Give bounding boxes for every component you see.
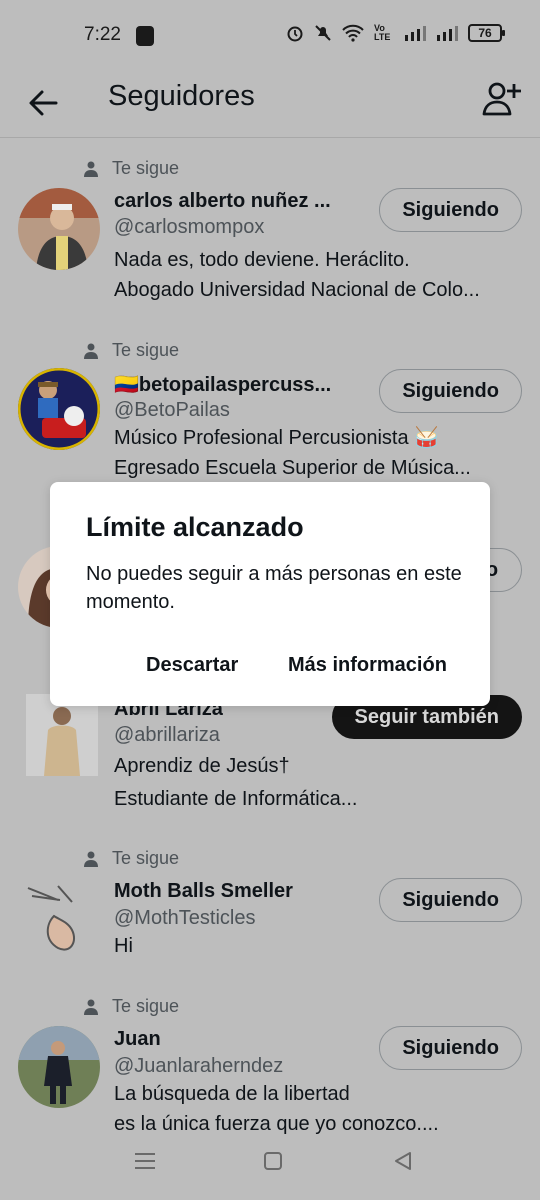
follower-name[interactable]: carlos alberto nuñez ... (114, 190, 358, 213)
person-icon (84, 343, 98, 359)
list-item[interactable]: Te sigue 🇨🇴betopailaspercuss... @BetoPai… (0, 332, 540, 482)
menu-icon[interactable] (132, 1148, 158, 1174)
following-button[interactable]: Siguiendo (379, 369, 522, 413)
follower-handle[interactable]: @abrillariza (114, 724, 220, 747)
list-item[interactable]: Te sigue Moth Balls Smeller @MothTesticl… (0, 840, 540, 970)
follower-bio-line: Estudiante de Informática... (114, 788, 358, 810)
add-user-icon[interactable] (482, 80, 522, 120)
signal-icon (405, 26, 426, 41)
header: Seguidores (0, 72, 540, 138)
follower-name[interactable]: Moth Balls Smeller (114, 880, 358, 903)
following-button[interactable]: Siguiendo (379, 188, 522, 232)
follower-handle[interactable]: @MothTesticles (114, 907, 255, 930)
status-time: 7:22 (84, 24, 121, 45)
follows-you-row: Te sigue (84, 996, 179, 1017)
follows-you-row: Te sigue (84, 848, 179, 869)
follows-you-label: Te sigue (112, 340, 180, 360)
follower-bio-line: Aprendiz de Jesús† (114, 755, 290, 777)
follower-name[interactable]: Juan (114, 1028, 358, 1051)
follows-you-label: Te sigue (112, 848, 180, 868)
avatar[interactable] (26, 694, 98, 776)
follower-bio-line: Abogado Universidad Nacional de Colo... (114, 279, 480, 301)
avatar[interactable] (18, 368, 100, 450)
wifi-icon (342, 24, 364, 42)
volte-label: Vo LTE (374, 23, 391, 42)
follower-handle[interactable]: @Juanlaraherndez (114, 1055, 283, 1078)
list-item[interactable]: Abril Lariza @abrillariza Aprendiz de Je… (0, 690, 540, 820)
signal-icon-2 (437, 26, 458, 41)
list-item[interactable]: Te sigue carlos alberto nuñez ... @carlo… (0, 150, 540, 310)
follower-bio-line: Hi (114, 935, 133, 957)
avatar[interactable] (18, 188, 100, 270)
system-nav-bar (0, 1134, 540, 1200)
following-button[interactable]: Siguiendo (379, 1026, 522, 1070)
home-icon[interactable] (260, 1148, 286, 1174)
avatar[interactable] (18, 876, 100, 958)
page-title: Seguidores (108, 80, 255, 112)
follower-handle[interactable]: @carlosmompox (114, 216, 264, 239)
dialog-title: Límite alcanzado (86, 512, 304, 542)
person-icon (84, 851, 98, 867)
avatar[interactable] (18, 1026, 100, 1108)
follows-you-label: Te sigue (112, 996, 180, 1016)
follower-bio-line: Egresado Escuela Superior de Música... (114, 457, 471, 479)
more-info-button[interactable]: Más información (288, 654, 447, 677)
list-item[interactable]: Te sigue Juan @Juanlaraherndez La búsque… (0, 988, 540, 1138)
follows-you-row: Te sigue (84, 340, 179, 361)
following-button[interactable]: Siguiendo (379, 878, 522, 922)
follower-bio-line: Músico Profesional Percusionista 🥁 (114, 427, 440, 449)
status-bar: 7:22 Vo LTE 76 (0, 0, 540, 72)
person-icon (84, 999, 98, 1015)
follower-handle[interactable]: @BetoPailas (114, 399, 230, 422)
limit-dialog: Límite alcanzado No puedes seguir a más … (50, 482, 490, 706)
follower-bio-line: Nada es, todo deviene. Heráclito. (114, 249, 410, 271)
follows-you-label: Te sigue (112, 158, 180, 178)
app-notification-icon (136, 26, 154, 46)
arrow-left-icon[interactable] (26, 86, 60, 120)
person-icon (84, 161, 98, 177)
follows-you-row: Te sigue (84, 158, 179, 179)
dismiss-button[interactable]: Descartar (146, 654, 238, 677)
dialog-message: No puedes seguir a más personas en este … (86, 563, 462, 613)
battery-icon: 76 (468, 24, 505, 42)
follower-bio-line: La búsqueda de la libertad (114, 1083, 350, 1105)
status-icons: Vo LTE 76 (286, 23, 505, 42)
back-triangle-icon[interactable] (390, 1148, 416, 1174)
follower-name[interactable]: 🇨🇴betopailaspercuss... (114, 372, 358, 397)
mute-icon (315, 25, 331, 41)
alarm-icon (287, 26, 303, 42)
